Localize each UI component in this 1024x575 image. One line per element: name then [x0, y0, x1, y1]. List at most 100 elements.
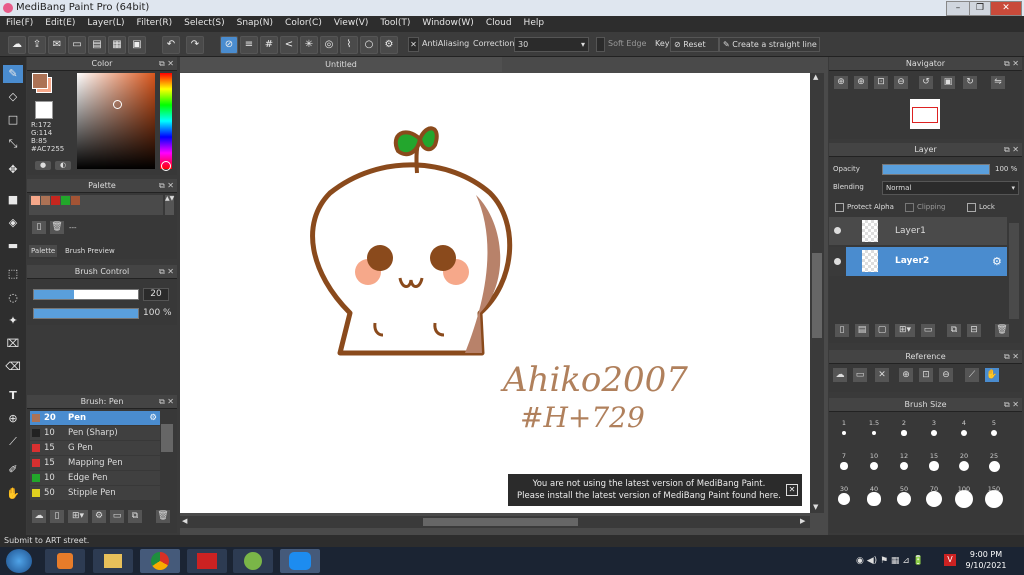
zoom-in-icon[interactable]: ⊕ — [834, 76, 848, 89]
brush-size-value[interactable]: 20 — [143, 288, 169, 301]
media-player-icon[interactable] — [45, 549, 85, 573]
select-eraser-tool-icon[interactable]: ⌫ — [3, 358, 23, 376]
zoom-out-icon[interactable]: ⊖ — [894, 76, 908, 89]
clock-date[interactable]: 9/10/2021 — [962, 561, 1010, 570]
bucket-tool-icon[interactable]: ◈ — [3, 214, 23, 232]
clock-time[interactable]: 9:00 PM — [966, 550, 1006, 559]
new-layer-icon[interactable]: ▯ — [835, 324, 849, 337]
brush-list-item[interactable]: 15 Mapping Pen — [30, 456, 160, 470]
concentric-snap-icon[interactable]: ◎ — [320, 36, 338, 54]
tab-brush-preview[interactable]: Brush Preview — [63, 245, 117, 257]
scroll-right-icon[interactable]: ▶ — [800, 517, 805, 525]
hand-tool-icon[interactable]: ✋ — [3, 485, 23, 503]
brush-size-preset[interactable] — [958, 460, 970, 472]
brush-list-item[interactable]: 15 G Pen — [30, 441, 160, 455]
chrome-icon[interactable] — [140, 549, 180, 573]
file-explorer-icon[interactable] — [93, 549, 133, 573]
layout-icon[interactable]: ▣ — [128, 36, 146, 54]
navigator-thumbnail[interactable] — [910, 99, 940, 129]
layer-scrollbar[interactable] — [1009, 223, 1019, 319]
brush-size-preset[interactable] — [931, 430, 937, 436]
message-icon[interactable]: ▭ — [68, 36, 86, 54]
menu-edit[interactable]: Edit(E) — [39, 16, 81, 30]
brush-tool-icon[interactable]: ✎ — [3, 65, 23, 83]
new-8bit-layer-icon[interactable]: ▢ — [875, 324, 889, 337]
delete-palette-icon[interactable]: 🗑 — [50, 221, 64, 234]
brush-list-scrollbar[interactable] — [161, 424, 173, 452]
soft-edge-checkbox[interactable] — [596, 37, 605, 52]
cloud-brush-icon[interactable]: ☁ — [32, 510, 46, 523]
palette-swatch-2[interactable] — [41, 196, 50, 205]
vertical-scrollbar[interactable]: ▲ ▼ — [810, 73, 824, 513]
close-icon[interactable]: ⧉ ✕ — [1004, 143, 1019, 156]
folder-icon[interactable]: ▭ — [921, 324, 935, 337]
document-tab[interactable]: Untitled — [180, 57, 502, 72]
divide-tool-icon[interactable]: ⊕ — [3, 410, 23, 428]
brush-size-preset[interactable] — [867, 492, 881, 506]
zalo-icon[interactable] — [280, 549, 320, 573]
delete-layer-icon[interactable]: 🗑 — [995, 324, 1009, 337]
palette-swatch-5[interactable] — [71, 196, 80, 205]
select-rect-tool-icon[interactable]: ⬚ — [3, 265, 23, 283]
perspective-snap-icon[interactable]: < — [280, 36, 298, 54]
new-brush-icon[interactable]: ▯ — [50, 510, 64, 523]
palette-swatch-1[interactable] — [31, 196, 40, 205]
brush-size-preset[interactable] — [988, 460, 1000, 472]
layer-opacity-slider[interactable] — [882, 164, 990, 175]
rotate-right-icon[interactable]: ↻ — [963, 76, 977, 89]
scroll-down-icon[interactable]: ▼ — [813, 503, 818, 511]
blending-select[interactable]: Normal ▾ — [882, 181, 1019, 195]
tray-app-icon[interactable]: V — [944, 554, 956, 566]
add-layer-dropdown-icon[interactable]: ⊞▾ — [895, 324, 915, 337]
color-swap-button[interactable]: ◐ — [55, 161, 71, 170]
brush-size-slider[interactable] — [33, 289, 139, 300]
gradient-tool-icon[interactable]: ▬ — [3, 237, 23, 255]
move-tool-icon[interactable]: ✥ — [3, 161, 23, 179]
brush-size-preset[interactable] — [901, 430, 907, 436]
fit-icon[interactable]: ⊡ — [919, 368, 933, 382]
antialiasing-checkbox[interactable]: ✕ — [408, 37, 419, 52]
menu-cloud[interactable]: Cloud — [480, 16, 518, 30]
circle-snap-icon[interactable]: ○ — [360, 36, 378, 54]
menu-snap[interactable]: Snap(N) — [231, 16, 279, 30]
close-icon[interactable]: ⧉ ✕ — [159, 265, 174, 278]
eraser-tool-icon[interactable]: ◇ — [3, 88, 23, 106]
layer-row[interactable]: Layer1 — [829, 217, 1007, 245]
rectangle-tool-icon[interactable]: □ — [3, 111, 23, 129]
dot-brush-tool-icon[interactable]: ⤡ — [3, 135, 23, 153]
magic-wand-tool-icon[interactable]: ✦ — [3, 312, 23, 330]
primary-color-swatch[interactable] — [32, 73, 48, 89]
vertical-scroll-thumb[interactable] — [812, 253, 822, 338]
gear-icon[interactable]: ⚙ — [992, 255, 1002, 268]
eyedropper-icon[interactable]: ⟋ — [965, 368, 979, 382]
scroll-up-icon[interactable]: ▲ — [813, 73, 818, 81]
add-brush-icon[interactable]: ⊞▾ — [68, 510, 88, 523]
drawing-canvas[interactable]: Ahiko2007 #H+729 — [180, 73, 810, 513]
correction-select[interactable]: 30 ▾ — [514, 37, 589, 52]
menu-help[interactable]: Help — [518, 16, 551, 30]
brush-size-preset[interactable] — [838, 493, 850, 505]
straight-line-button[interactable]: ✎ Create a straight line — [719, 37, 820, 52]
clipping-checkbox[interactable] — [905, 203, 914, 212]
close-button[interactable]: ✕ — [990, 1, 1022, 16]
horizontal-scroll-thumb[interactable] — [423, 518, 578, 526]
settings-snap-icon[interactable]: ⚙ — [380, 36, 398, 54]
maximize-button[interactable]: ❐ — [969, 1, 991, 16]
hue-slider[interactable] — [160, 73, 172, 169]
lock-checkbox[interactable] — [967, 203, 976, 212]
undo-icon[interactable]: ↶ — [162, 36, 180, 54]
layer-row[interactable]: Layer2 ⚙ — [829, 247, 1007, 276]
duplicate-brush-icon[interactable]: ⧉ — [128, 510, 142, 523]
reset-button[interactable]: ⊘ Reset — [670, 37, 719, 52]
minimize-button[interactable]: – — [946, 1, 970, 16]
horizontal-scrollbar[interactable]: ◀ ▶ — [180, 516, 810, 528]
comment-icon[interactable]: ✉ — [48, 36, 66, 54]
menu-filter[interactable]: Filter(R) — [131, 16, 179, 30]
eyedropper-tool-icon[interactable]: ⟋ — [3, 433, 23, 451]
redo-icon[interactable]: ↷ — [186, 36, 204, 54]
close-icon[interactable]: ⧉ ✕ — [159, 179, 174, 192]
close-icon[interactable]: ⧉ ✕ — [1004, 57, 1019, 70]
radial-snap-icon[interactable]: ✳ — [300, 36, 318, 54]
lasso-tool-icon[interactable]: ◌ — [3, 289, 23, 307]
color-add-button[interactable]: ● — [35, 161, 51, 170]
